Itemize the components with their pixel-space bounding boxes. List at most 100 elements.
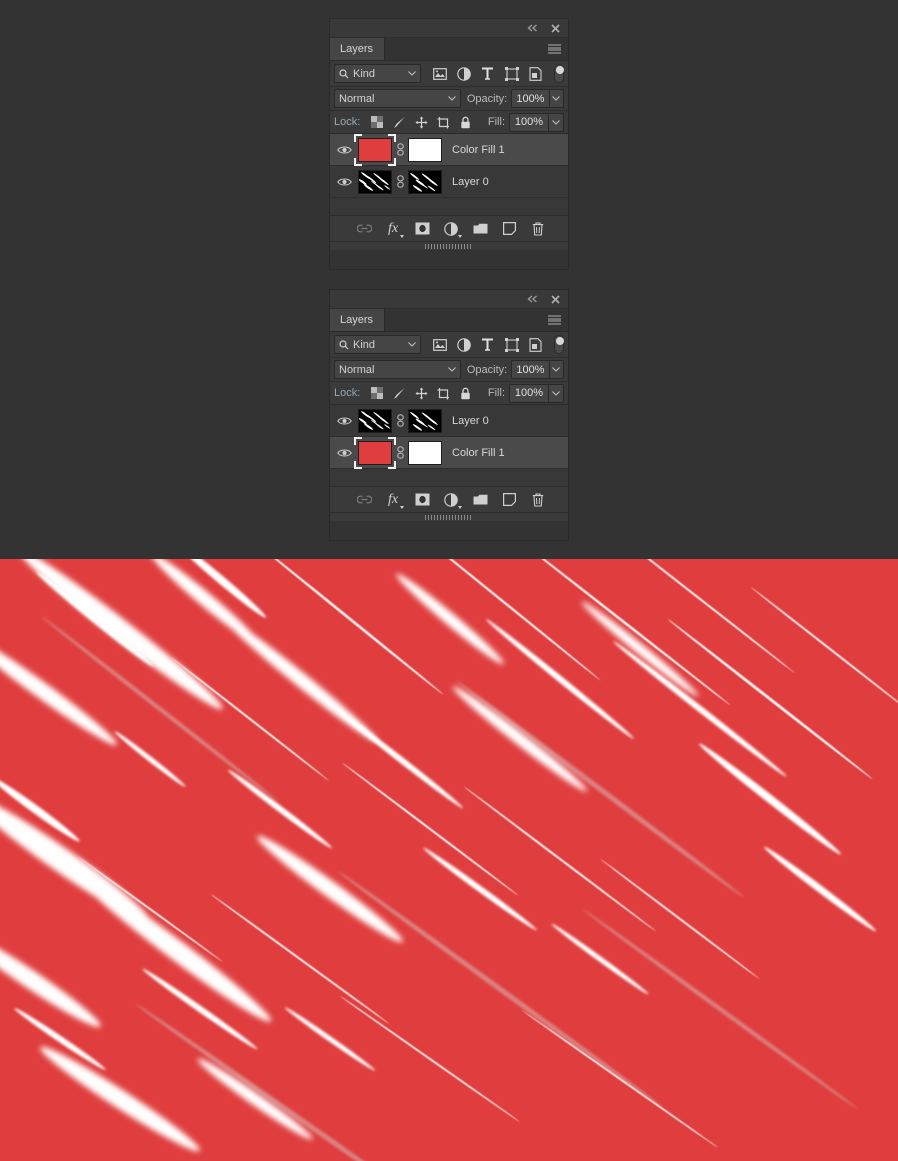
new-group-icon[interactable]: [472, 221, 488, 237]
link-mask-icon[interactable]: [392, 414, 408, 427]
add-layer-mask-icon[interactable]: [414, 492, 430, 508]
new-layer-icon[interactable]: [501, 492, 517, 508]
layers-panel-top: Layers Kind Normal Opacity: 100% Lock: F…: [329, 18, 569, 270]
fill-dropdown-arrow[interactable]: [548, 112, 564, 132]
opacity-dropdown-arrow[interactable]: [548, 360, 564, 379]
add-layer-mask-icon[interactable]: [414, 221, 430, 237]
type-layer-filter-icon[interactable]: [476, 64, 500, 84]
new-adjustment-layer-icon[interactable]: [443, 221, 462, 238]
shape-layer-filter-icon[interactable]: [500, 335, 524, 355]
pixel-layer-filter-icon[interactable]: [428, 64, 452, 84]
opacity-input[interactable]: 100%: [511, 360, 549, 379]
table-row[interactable]: Layer 0: [330, 405, 568, 437]
hamburger-menu-icon[interactable]: [548, 315, 561, 325]
chevron-down-icon: [552, 96, 561, 101]
layer-visibility-toggle[interactable]: [330, 416, 358, 426]
layer-visibility-toggle[interactable]: [330, 177, 358, 187]
add-layer-style-icon[interactable]: fx: [385, 492, 404, 509]
blend-mode-row: Normal Opacity: 100%: [330, 87, 568, 111]
eye-icon: [336, 448, 352, 457]
layer-mask-thumbnail[interactable]: [408, 440, 442, 465]
layer-list: Layer 0 Color Fill 1: [330, 405, 568, 486]
tab-layers[interactable]: Layers: [330, 38, 386, 60]
layer-visibility-toggle[interactable]: [330, 448, 358, 458]
blend-mode-select[interactable]: Normal: [334, 89, 461, 108]
panel-resize-grip[interactable]: [330, 241, 568, 250]
layer-thumbnail-wrap[interactable]: [358, 169, 392, 194]
chevron-down-icon: [552, 119, 560, 125]
layer-thumbnail-wrap[interactable]: [358, 408, 392, 433]
lock-artboard-nesting-icon[interactable]: [432, 383, 454, 403]
layer-name: Layer 0: [452, 414, 489, 427]
blend-mode-select[interactable]: Normal: [334, 360, 461, 379]
link-layers-icon[interactable]: [356, 492, 372, 508]
double-chevron-left-icon[interactable]: [526, 22, 538, 34]
opacity-input[interactable]: 100%: [511, 89, 549, 108]
layer-thumbnail: [358, 440, 392, 465]
layer-thumbnail-wrap[interactable]: [354, 436, 396, 469]
panel-resize-grip[interactable]: [330, 512, 568, 521]
new-group-icon[interactable]: [472, 492, 488, 508]
search-icon: [339, 68, 349, 78]
layers-panel-toolbar: fx: [330, 215, 568, 241]
lock-position-icon[interactable]: [410, 383, 432, 403]
chevron-down-icon: [407, 342, 416, 347]
layer-thumbnail-wrap[interactable]: [354, 133, 396, 166]
pixel-layer-filter-icon[interactable]: [428, 335, 452, 355]
lock-artboard-nesting-icon[interactable]: [432, 112, 454, 132]
smart-object-filter-icon[interactable]: [524, 335, 548, 355]
lock-image-pixels-icon[interactable]: [388, 383, 410, 403]
lock-transparent-pixels-icon[interactable]: [366, 383, 388, 403]
opacity-dropdown-arrow[interactable]: [548, 89, 564, 108]
layer-mask-thumbnail[interactable]: [408, 169, 442, 194]
filter-kind-select[interactable]: Kind: [334, 335, 421, 354]
add-layer-style-icon[interactable]: fx: [385, 221, 404, 238]
table-row[interactable]: Color Fill 1: [330, 133, 568, 166]
document-canvas[interactable]: [0, 559, 898, 1161]
fill-input[interactable]: 100%: [509, 112, 548, 132]
type-layer-filter-icon[interactable]: [476, 335, 500, 355]
tab-layers[interactable]: Layers: [330, 309, 386, 331]
adjustment-layer-filter-icon[interactable]: [452, 335, 476, 355]
lock-all-icon[interactable]: [454, 383, 476, 403]
new-adjustment-layer-icon[interactable]: [443, 492, 462, 509]
close-icon[interactable]: [549, 22, 561, 34]
fill-dropdown-arrow[interactable]: [548, 383, 564, 403]
layer-name: Color Fill 1: [452, 143, 505, 156]
adjustment-layer-filter-icon[interactable]: [452, 64, 476, 84]
fill-value: 100%: [514, 387, 544, 399]
panel-titlebar: [330, 19, 568, 38]
lock-all-icon[interactable]: [454, 112, 476, 132]
layer-thumbnail: [358, 169, 392, 194]
hamburger-menu-icon[interactable]: [548, 44, 561, 54]
filter-enable-toggle[interactable]: [553, 64, 564, 83]
layer-mask-thumbnail[interactable]: [408, 137, 442, 162]
link-mask-icon[interactable]: [392, 446, 408, 459]
link-layers-icon[interactable]: [356, 221, 372, 237]
lock-position-icon[interactable]: [410, 112, 432, 132]
filter-kind-select[interactable]: Kind: [334, 64, 421, 83]
lock-image-pixels-icon[interactable]: [388, 112, 410, 132]
delete-layer-icon[interactable]: [530, 492, 546, 508]
double-chevron-left-icon[interactable]: [526, 293, 538, 305]
layers-panel-bottom: Layers Kind Normal Opacity: 100% Lock: F…: [329, 289, 569, 541]
delete-layer-icon[interactable]: [530, 221, 546, 237]
blend-mode-value: Normal: [339, 92, 375, 105]
layers-panel-toolbar: fx: [330, 486, 568, 512]
fill-value: 100%: [514, 116, 544, 128]
layer-list: Color Fill 1 Layer 0: [330, 133, 568, 215]
layer-visibility-toggle[interactable]: [330, 145, 358, 155]
shape-layer-filter-icon[interactable]: [500, 64, 524, 84]
fill-input[interactable]: 100%: [509, 383, 548, 403]
table-row[interactable]: Layer 0: [330, 166, 568, 198]
opacity-label: Opacity:: [466, 363, 508, 376]
filter-enable-toggle[interactable]: [553, 335, 564, 354]
table-row[interactable]: Color Fill 1: [330, 436, 568, 469]
lock-transparent-pixels-icon[interactable]: [366, 112, 388, 132]
link-mask-icon[interactable]: [392, 175, 408, 188]
layer-mask-thumbnail[interactable]: [408, 408, 442, 433]
smart-object-filter-icon[interactable]: [524, 64, 548, 84]
link-mask-icon[interactable]: [392, 143, 408, 156]
close-icon[interactable]: [549, 293, 561, 305]
new-layer-icon[interactable]: [501, 221, 517, 237]
